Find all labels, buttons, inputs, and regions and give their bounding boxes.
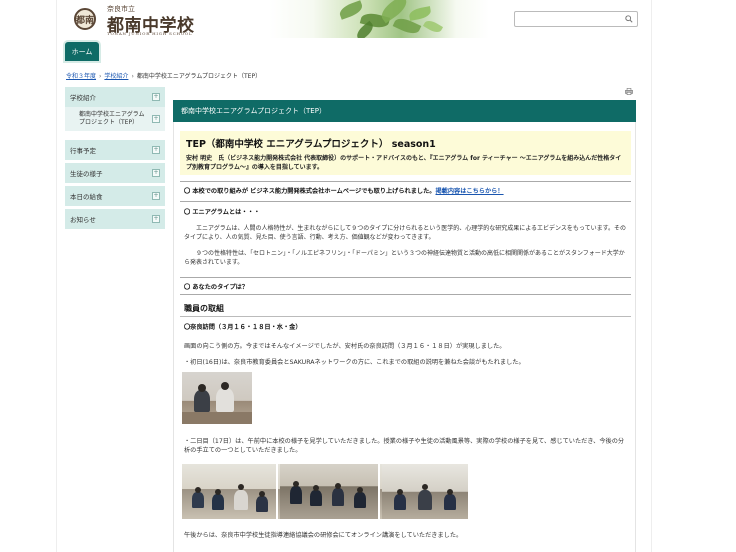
tep-description: 安村 明史 氏（ビジネス能力開発株式会社 代表取締役）のサポート・アドバイスのも… [186,155,622,171]
sidebar-item-lunch[interactable]: 本日の給食 + [65,186,165,206]
visit-text-2: ・初日(16日)は、奈良市教育委員会とSAKURAネットワークの方に、これまでの… [184,359,525,366]
visit-text-3: ・二日目（17日）は、午前中に本校の様子を見学していただきました。授業の様子や生… [184,438,625,454]
sidebar-subitem-tep[interactable]: 都南中学校エニアグラムプロジェクト（TEP） + [65,107,165,131]
sidebar-item-school-intro[interactable]: 学校紹介 + [65,87,165,107]
expand-plus-icon[interactable]: + [152,215,160,223]
search-box[interactable] [514,11,638,27]
visit-heading: 〇奈良訪問（３月１６・１８日・水・金） [184,324,302,331]
sidebar: 学校紹介 + 都南中学校エニアグラムプロジェクト（TEP） + 行事予定 + 生… [65,87,165,232]
nav-home-button[interactable]: ホーム [65,42,99,61]
logo-school-name-en: TONAN JUNIOR HIGH SCHOOL [107,31,193,36]
breadcrumb-item-school-intro[interactable]: 学校紹介 [104,73,128,80]
section-your-type: 〇 あなたのタイプは？ [184,284,249,291]
tep-intro-box: TEP（都南中学校 エニアグラムプロジェクト） season1 安村 明史 氏（… [180,131,631,175]
section-media: 〇 本校での取り組みが ビジネス能力開発株式会社ホームページでも取り上げられまし… [184,188,504,195]
breadcrumb-item-year[interactable]: 令和３年度 [66,73,96,80]
staff-heading: 職員の取組 [184,304,224,313]
section-enneagram-title: 〇 エニアグラムとは・・・ [184,209,260,216]
visit-text-4: 午後からは、奈良市中学校生徒指導連絡協議会の研修会にてオンライン講演をしていただ… [184,532,463,539]
sidebar-item-students[interactable]: 生徒の様子 + [65,163,165,183]
expand-plus-icon[interactable]: + [152,93,160,101]
print-icon[interactable] [625,88,633,95]
search-input[interactable] [517,13,617,25]
main-content-header: 都南中学校エニアグラムプロジェクト（TEP） [173,100,636,122]
divider [180,181,631,182]
visit-text-1: 画面の向こう側の方。今まではそんなイメージでしたが、安村氏の奈良訪問（３月１６・… [184,343,506,350]
divider [180,316,631,317]
sidebar-item-news[interactable]: お知らせ + [65,209,165,229]
header-leaf-photo [269,0,489,38]
page-container: 都南 奈良市立 都南中学校 TONAN JUNIOR HIGH SCHOOL ホ… [56,0,652,552]
main-header-title: 都南中学校エニアグラムプロジェクト（TEP） [181,107,326,115]
divider [180,201,631,202]
article-link[interactable]: 掲載内容はこちらから！ [436,188,504,195]
tep-title: TEP（都南中学校 エニアグラムプロジェクト） season1 [186,139,436,150]
classroom-photos [182,464,468,519]
expand-plus-icon[interactable]: + [152,115,160,123]
expand-plus-icon[interactable]: + [152,169,160,177]
sidebar-item-schedule[interactable]: 行事予定 + [65,140,165,160]
school-emblem-icon[interactable]: 都南 [74,8,96,30]
paragraph-enneagram-2: ９つの性格特性は、「セロトニン」・「ノルエピネフリン」・「ドーパミン」という３つ… [184,250,625,266]
search-icon[interactable] [625,15,633,23]
paragraph-enneagram-1: エニアグラムは、人間の人格特性が、生まれながらにして９つのタイプに分けられるとい… [184,225,627,241]
divider [180,277,631,278]
divider [180,294,631,295]
main-content: TEP（都南中学校 エニアグラムプロジェクト） season1 安村 明史 氏（… [173,122,636,552]
expand-plus-icon[interactable]: + [152,146,160,154]
breadcrumb: 令和３年度 › 学校紹介 › 都南中学校エニアグラムプロジェクト（TEP） [66,73,262,80]
expand-plus-icon[interactable]: + [152,192,160,200]
breadcrumb-current: 都南中学校エニアグラムプロジェクト（TEP） [136,73,262,80]
meeting-photo [182,372,252,424]
